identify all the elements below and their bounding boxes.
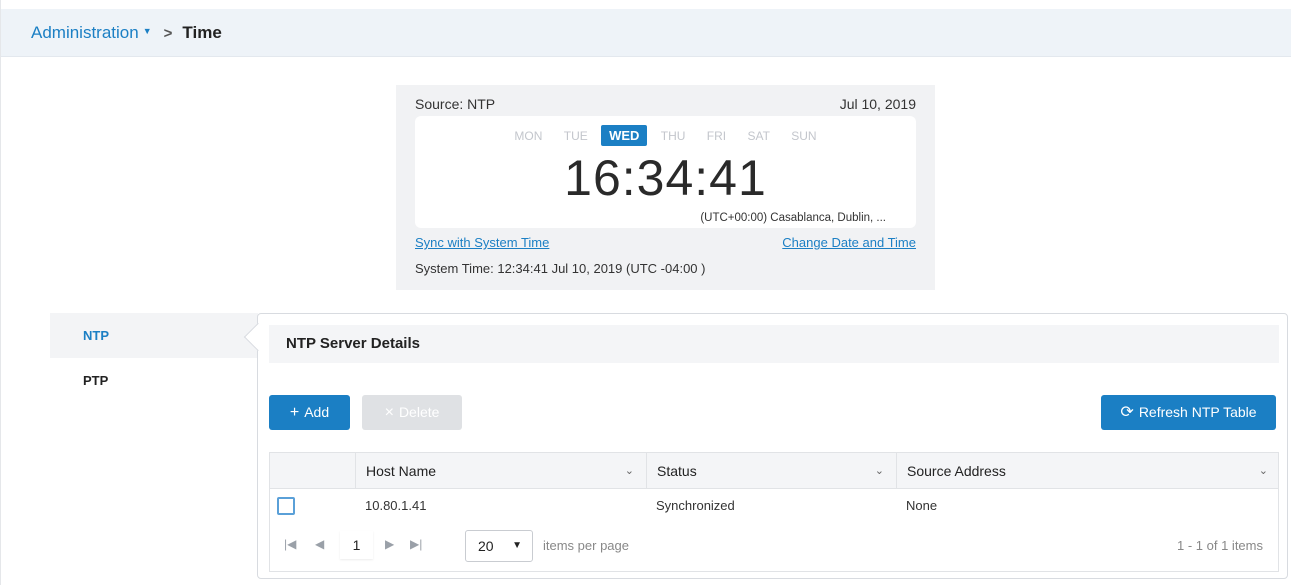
refresh-ntp-button[interactable]: ⟳ Refresh NTP Table [1101,395,1276,430]
add-button-label: Add [304,404,330,420]
clock-face: MON TUE WED THU FRI SAT SUN 16:34:41 (UT… [415,116,916,228]
add-button[interactable]: + Add [269,395,350,430]
breadcrumb-current: Time [182,23,222,42]
caret-down-icon: ▼ [512,540,522,551]
breadcrumb-bar: Administration ▼ > Time [1,9,1291,57]
refresh-button-label: Refresh NTP Table [1138,404,1257,420]
item-count: 1 - 1 of 1 items [1177,538,1263,553]
tab-ptp[interactable]: PTP [50,358,258,403]
caret-down-icon[interactable]: ▼ [143,26,152,36]
day-tue: TUE [563,129,588,143]
current-date: Jul 10, 2019 [839,96,916,112]
close-icon: × [384,404,394,421]
next-page-icon[interactable]: ▶ [385,537,394,551]
chevron-down-icon[interactable]: ⌄ [875,453,884,489]
chevron-right-icon: > [163,24,173,42]
column-host-name[interactable]: Host Name ⌄ [355,453,646,489]
day-fri: FRI [706,129,727,143]
day-wed-active: WED [601,125,648,146]
section-title: NTP Server Details [269,325,1279,363]
column-label: Source Address [907,463,1006,479]
table-row: 10.80.1.41 Synchronized None [270,489,1278,523]
current-page[interactable]: 1 [340,531,373,559]
time-admin-page: Administration ▼ > Time Source: NTP Jul … [0,0,1291,585]
time-source: Source: NTP [415,96,496,112]
day-mon: MON [514,129,543,143]
column-source-address[interactable]: Source Address ⌄ [896,453,1280,489]
last-page-icon[interactable]: ▶| [410,537,422,551]
chevron-down-icon[interactable]: ⌄ [625,453,634,489]
ntp-grid: Host Name ⌄ Status ⌄ Source Address ⌄ 10… [269,452,1279,572]
delete-button-label: Delete [398,404,440,420]
breadcrumb: Administration ▼ > Time [31,23,222,43]
weekday-row: MON TUE WED THU FRI SAT SUN [415,125,916,146]
clock-widget: Source: NTP Jul 10, 2019 MON TUE WED THU… [396,85,935,290]
column-label: Status [657,463,697,479]
pager: |◀ ◀ 1 ▶ ▶| 20 ▼ items per page 1 - 1 of… [270,525,1278,569]
refresh-icon: ⟳ [1120,404,1134,421]
cell-source-address: None [906,498,938,513]
cell-host-name: 10.80.1.41 [365,498,427,513]
prev-page-icon[interactable]: ◀ [315,537,324,551]
current-time: 16:34:41 [564,150,767,206]
grid-header: Host Name ⌄ Status ⌄ Source Address ⌄ [270,453,1278,489]
items-per-page-value: 20 [478,538,494,554]
breadcrumb-administration[interactable]: Administration [31,23,139,43]
items-per-page-select[interactable]: 20 ▼ [465,530,533,562]
first-page-icon[interactable]: |◀ [284,537,296,551]
day-thu: THU [660,129,686,143]
day-sat: SAT [747,129,770,143]
row-checkbox[interactable] [277,497,295,515]
tab-ntp[interactable]: NTP [50,313,258,358]
ntp-panel: NTP Server Details + Add × Delete ⟳ Refresh… [243,313,1288,579]
cell-status: Synchronized [656,498,735,513]
chevron-down-icon[interactable]: ⌄ [1259,453,1268,489]
time-tabs: NTP PTP [50,313,258,403]
change-date-time-link[interactable]: Change Date and Time [782,235,916,250]
plus-icon: + [289,404,300,421]
column-label: Host Name [366,463,437,479]
timezone-label: (UTC+00:00) Casablanca, Dublin, ... [700,212,886,224]
sync-system-time-link[interactable]: Sync with System Time [415,235,549,250]
system-time: System Time: 12:34:41 Jul 10, 2019 (UTC … [415,261,706,276]
delete-button[interactable]: × Delete [362,395,462,430]
day-sun: SUN [791,129,817,143]
items-per-page-label: items per page [543,538,629,553]
column-status[interactable]: Status ⌄ [646,453,896,489]
